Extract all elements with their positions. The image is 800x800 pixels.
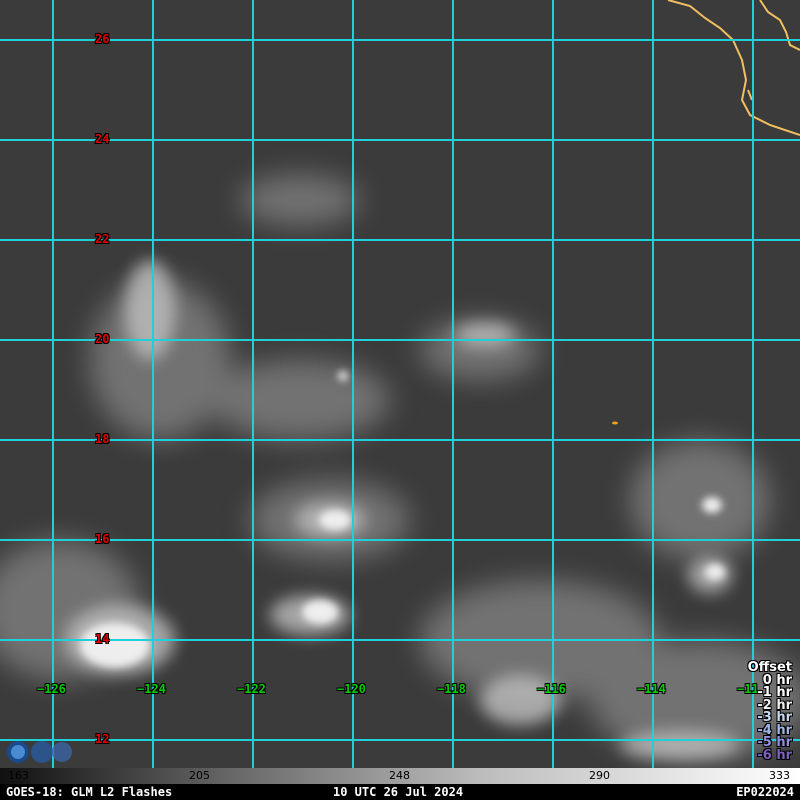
footer-product: GOES-18: GLM L2 Flashes	[6, 785, 173, 799]
latitude-label: 20	[95, 332, 110, 346]
latitude-label: 14	[95, 632, 110, 646]
colorbar-tick: 333	[769, 769, 790, 782]
time-offset-legend: Offset 0 hr -1 hr -2 hr -3 hr -4 hr -5 h…	[748, 661, 792, 763]
colorbar-tick: 248	[389, 769, 410, 782]
footer-storm-id: EP022024	[736, 785, 794, 799]
colorbar-tick: 163	[8, 769, 29, 782]
satellite-image	[0, 0, 800, 768]
noaa-logo	[7, 741, 72, 763]
footer-timestamp: 10 UTC 26 Jul 2024	[333, 785, 464, 799]
longitude-label: −122	[237, 682, 266, 696]
longitude-label: −120	[337, 682, 366, 696]
longitude-label: −116	[537, 682, 566, 696]
longitude-label: −118	[437, 682, 466, 696]
longitude-label: −114	[637, 682, 666, 696]
latitude-label: 24	[95, 132, 110, 146]
legend-item-6hr: -6 hr	[757, 747, 792, 763]
status-footer: GOES-18: GLM L2 Flashes 10 UTC 26 Jul 20…	[0, 784, 800, 800]
latitude-label: 16	[95, 532, 110, 546]
colorbar-tick: 205	[189, 769, 210, 782]
latitude-label: 12	[95, 732, 110, 746]
latitude-label: 18	[95, 432, 110, 446]
colorbar-tick: 290	[589, 769, 610, 782]
latitude-label: 26	[95, 32, 110, 46]
longitude-label: −124	[137, 682, 166, 696]
latitude-label: 22	[95, 232, 110, 246]
satellite-map-viewer: 26 24 22 20 18 16 14 12 −126 −124 −122 −120 −118 −11…	[0, 0, 800, 800]
longitude-label: −126	[37, 682, 66, 696]
